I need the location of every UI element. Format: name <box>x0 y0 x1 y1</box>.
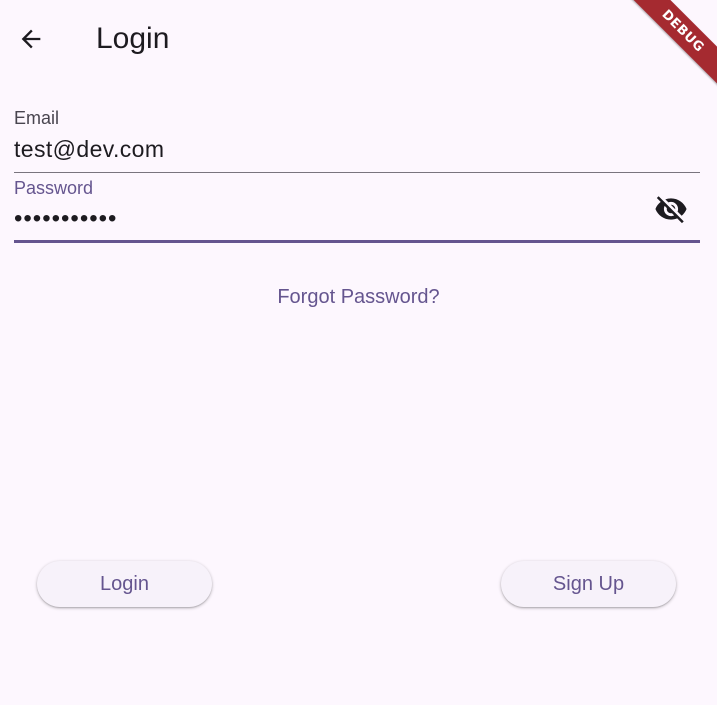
app-bar: Login <box>0 0 717 78</box>
login-button[interactable]: Login <box>37 561 212 607</box>
password-input[interactable]: ••••••••••• <box>14 204 117 234</box>
password-label: Password <box>14 178 94 198</box>
email-underline <box>14 172 700 173</box>
back-button[interactable] <box>8 16 54 62</box>
forgot-password-link[interactable]: Forgot Password? <box>0 284 717 310</box>
visibility-off-icon <box>655 196 687 224</box>
email-input[interactable]: test@dev.com <box>14 134 164 164</box>
email-field[interactable]: Email test@dev.com <box>14 104 700 174</box>
sign-up-button[interactable]: Sign Up <box>501 561 676 607</box>
password-underline <box>14 240 700 243</box>
email-label: Email <box>14 108 60 128</box>
toggle-password-visibility-button[interactable] <box>652 190 690 228</box>
password-field[interactable]: Password ••••••••••• <box>14 174 700 244</box>
arrow-back-icon <box>21 29 41 49</box>
page-title: Login <box>96 22 170 55</box>
